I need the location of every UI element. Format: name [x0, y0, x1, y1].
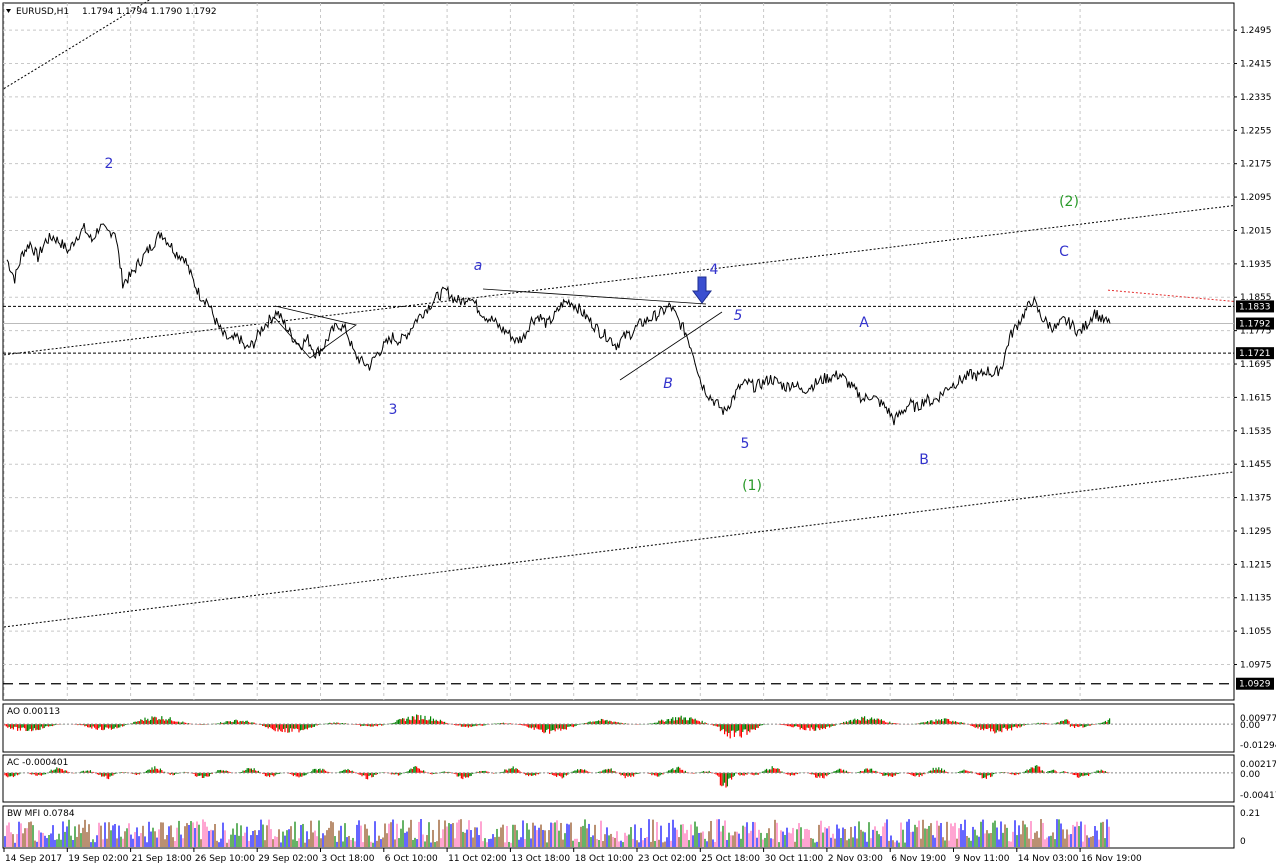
time-tick-label: 6 Oct 10:00 [385, 854, 438, 864]
indicator-tick-label: -0.004172 [1240, 791, 1276, 801]
price-tick-label: 1.1375 [1240, 494, 1272, 504]
symbol-label: EURUSD,H1 [16, 7, 69, 17]
time-tick-label: 26 Sep 10:00 [195, 854, 255, 864]
red-dotted-line [1107, 289, 1235, 302]
time-tick-label: 18 Oct 10:00 [575, 854, 634, 864]
wave-label: B [919, 452, 929, 468]
wave-label: 2 [105, 156, 114, 172]
price-tick-label: 1.1535 [1240, 427, 1272, 437]
indicator-tick-label: 0.00 [1240, 770, 1260, 780]
time-tick-label: 14 Nov 03:00 [1018, 854, 1079, 864]
price-tick-label: 1.1055 [1240, 627, 1272, 637]
price-tick-label: 1.1935 [1240, 260, 1272, 270]
wave-label: (2) [1059, 194, 1079, 210]
price-tick-label: 1.1295 [1240, 527, 1272, 537]
ao-pane-frame [2, 703, 1235, 753]
price-tick-label: 1.1215 [1240, 560, 1272, 570]
price-tick-label: 1.2495 [1240, 26, 1272, 36]
price-tag-label: 1.1792 [1239, 320, 1271, 330]
time-tick-label: 23 Oct 02:00 [638, 854, 697, 864]
time-tick-label: 13 Oct 18:00 [511, 854, 570, 864]
price-tick-label: 1.2095 [1240, 193, 1272, 203]
indicator-label: AO 0.00113 [7, 707, 60, 717]
time-tick-label: 29 Sep 02:00 [258, 854, 318, 864]
drawn-line-top [482, 288, 707, 305]
time-tick-label: 11 Oct 02:00 [448, 854, 507, 864]
ac-pane-frame [2, 754, 1235, 803]
wave-label: B [663, 376, 673, 392]
channel-trendline [3, 205, 1235, 356]
time-tick-label: 3 Oct 18:00 [322, 854, 375, 864]
time-tick-label: 16 Nov 19:00 [1081, 854, 1142, 864]
price-tick-label: 1.0975 [1240, 661, 1272, 671]
channel-trendline [3, 471, 1235, 628]
indicator-tick-label: 0 [1240, 837, 1246, 847]
price-tick-label: 1.1135 [1240, 594, 1272, 604]
price-tick-label: 1.2415 [1240, 60, 1272, 70]
price-series-line [6, 222, 1111, 426]
main-pane-frame [2, 2, 1235, 701]
indicator-tick-label: 0.21 [1240, 809, 1260, 819]
time-tick-label: 21 Sep 18:00 [132, 854, 192, 864]
price-tick-label: 1.2015 [1240, 226, 1272, 236]
collapse-triangle-icon [6, 9, 11, 13]
drawn-triangle [274, 305, 357, 359]
wave-label: 5 [741, 436, 750, 452]
price-tick-label: 1.2335 [1240, 93, 1272, 103]
price-chart[interactable]: 1.2495 1.2415 1.2335 1.2255 1.2175 1.2095 1.20… [0, 0, 1276, 868]
time-tick-label: 30 Oct 11:00 [765, 854, 824, 864]
wave-label: 5 [734, 308, 743, 324]
price-tag-label: 1.1721 [1239, 349, 1271, 359]
wave-label: a [474, 258, 483, 274]
time-tick-label: 14 Sep 2017 [5, 854, 62, 864]
price-tag-label: 1.0929 [1239, 680, 1271, 690]
wave-label: 4 [710, 262, 719, 278]
time-tick-label: 25 Oct 18:00 [701, 854, 760, 864]
indicator-tick-label: -0.01294 [1240, 741, 1276, 751]
wave-label: 3 [389, 402, 398, 418]
price-tick-label: 1.1615 [1240, 393, 1272, 403]
indicator-tick-label: 0.002174 [1240, 760, 1276, 770]
down-arrow-icon [692, 276, 712, 304]
price-tick-label: 1.2255 [1240, 126, 1272, 136]
drawn-line-b [619, 311, 723, 381]
indicator-label: AC -0.000401 [7, 758, 68, 768]
time-tick-label: 19 Sep 02:00 [68, 854, 128, 864]
time-tick-label: 6 Nov 19:00 [891, 854, 946, 864]
indicator-label: BW MFI 0.0784 [7, 809, 75, 819]
price-tag-label: 1.1833 [1239, 302, 1271, 312]
price-tick-label: 1.1455 [1240, 460, 1272, 470]
wave-label: C [1059, 244, 1069, 260]
wave-label: (1) [742, 478, 762, 494]
ohlc-label: 1.1794 1.1794 1.1790 1.1792 [82, 7, 217, 17]
price-tick-label: 1.2175 [1240, 160, 1272, 170]
price-tick-label: 1.1695 [1240, 360, 1272, 370]
time-tick-label: 2 Nov 03:00 [828, 854, 883, 864]
wave-label: A [859, 315, 869, 331]
time-tick-label: 9 Nov 11:00 [955, 854, 1010, 864]
indicator-tick-label: 0.00 [1240, 721, 1260, 731]
